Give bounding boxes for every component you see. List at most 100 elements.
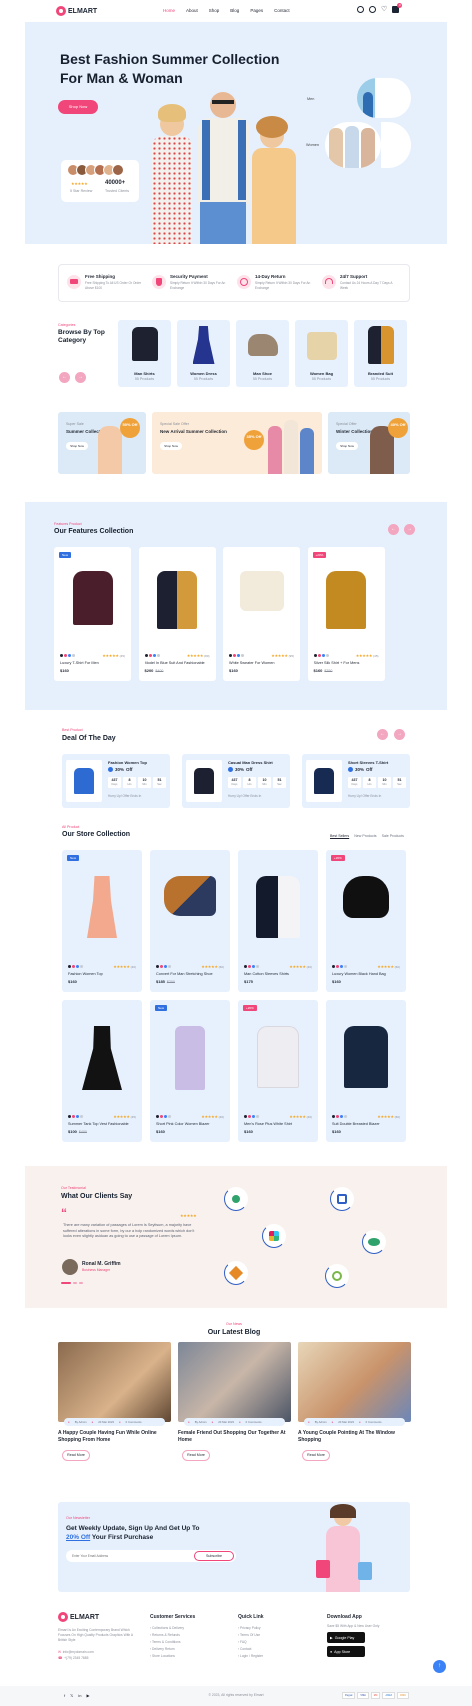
color-swatch[interactable]	[336, 965, 339, 968]
color-swatch[interactable]	[160, 965, 163, 968]
product-name[interactable]: Model In Blue Suit And Fashionable	[145, 661, 210, 665]
color-swatch[interactable]	[72, 654, 75, 657]
logo[interactable]: ELMART	[56, 6, 97, 16]
tab-new-products[interactable]: New Products	[354, 834, 376, 838]
color-swatch[interactable]	[152, 654, 156, 657]
color-swatch[interactable]	[68, 965, 71, 968]
footer-link[interactable]: › Collections & Delivery	[150, 1625, 184, 1632]
slider-dot[interactable]	[73, 1282, 77, 1284]
footer-link[interactable]: › Terms & Conditions	[150, 1639, 184, 1646]
hero-shop-button[interactable]: Shop Now	[58, 100, 98, 114]
color-swatch[interactable]	[252, 1115, 255, 1118]
color-swatch[interactable]	[160, 1115, 163, 1118]
color-swatch[interactable]	[244, 1115, 247, 1118]
deal-card[interactable]: Casual Man Dress Shirt 30% Off 437 Days …	[182, 754, 290, 808]
color-swatch[interactable]	[321, 654, 325, 657]
cart-icon[interactable]: 0	[392, 3, 403, 13]
deal-product-name[interactable]: Casual Man Dress Shirt	[228, 760, 273, 765]
product-card[interactable]: ★★★★★ (95) White Sweater For Women $160	[223, 547, 300, 681]
slider-dot[interactable]	[79, 1282, 83, 1284]
nav-home[interactable]: Home	[163, 8, 175, 13]
category-card[interactable]: Branded Suit 55 Products	[354, 320, 407, 387]
color-swatch[interactable]	[248, 1115, 251, 1118]
footer-link[interactable]: › Privacy Policy	[238, 1625, 263, 1632]
slider-dot-active[interactable]	[61, 1282, 71, 1284]
nav-shop[interactable]: Shop	[209, 8, 220, 13]
search-icon[interactable]	[357, 6, 364, 13]
product-card[interactable]: New ★★★★★ (40) Short Pink Color Women Bl…	[150, 1000, 230, 1142]
color-swatch[interactable]	[76, 965, 79, 968]
color-swatch[interactable]	[168, 965, 171, 968]
footer-link[interactable]: › Contact	[238, 1646, 263, 1653]
deal-prev-button[interactable]: ←	[377, 729, 388, 740]
color-swatch[interactable]	[60, 654, 63, 657]
deal-card[interactable]: Fashion Women Top 30% Off 437 Days 8 Hrs…	[62, 754, 170, 808]
product-name[interactable]: Convert For Man Stretching Shoe	[156, 972, 224, 976]
color-swatch[interactable]	[256, 1115, 259, 1118]
blog-image[interactable]	[58, 1342, 171, 1422]
blog-title[interactable]: A Happy Couple Having Fun While Online S…	[58, 1430, 168, 1443]
product-card[interactable]: ★★★★★ (45) Summer Tank Top Vest Fashiona…	[62, 1000, 142, 1142]
color-swatch[interactable]	[156, 654, 160, 657]
product-name[interactable]: Summer Tank Top Vest Fashionable	[68, 1122, 136, 1126]
product-card[interactable]: ★★★★★ (80) Model In Blue Suit And Fashio…	[138, 547, 216, 681]
color-swatch[interactable]	[156, 1115, 159, 1118]
color-swatch[interactable]	[80, 1115, 83, 1118]
scroll-top-button[interactable]: ↑	[433, 1660, 446, 1673]
category-card[interactable]: Man Shoe 55 Products	[236, 320, 289, 387]
featured-next-button[interactable]: →	[404, 524, 415, 535]
tab-sale-products[interactable]: Sale Products	[382, 834, 404, 838]
color-swatch[interactable]	[336, 1115, 339, 1118]
subscribe-button[interactable]: Subscribe	[194, 1551, 234, 1561]
read-more-button[interactable]: Read More	[62, 1450, 90, 1461]
footer-link[interactable]: › FAQ	[238, 1639, 263, 1646]
color-swatch[interactable]	[164, 1115, 167, 1118]
promo-button[interactable]: Shop Now	[160, 442, 182, 450]
heart-icon[interactable]: ♡	[381, 6, 387, 13]
product-name[interactable]: White Sweater For Women	[229, 661, 294, 665]
color-swatch[interactable]	[332, 1115, 335, 1118]
footer-link[interactable]: › Returns & Refunds	[150, 1632, 184, 1639]
deal-product-name[interactable]: Short Sleeves T-Shirt	[348, 760, 388, 765]
product-name[interactable]: Short Pink Color Women Blazer	[156, 1122, 224, 1126]
blog-title[interactable]: A Young Couple Pointing At The Window Sh…	[298, 1430, 408, 1443]
color-swatch[interactable]	[72, 965, 75, 968]
product-card[interactable]: +20% ★★★★★ (60) Luxury Women Black Hand …	[326, 850, 406, 992]
product-name[interactable]: Silver Silk Shirt + For Mens	[314, 661, 379, 665]
footer-logo[interactable]: ELMART	[58, 1612, 99, 1622]
color-swatch[interactable]	[313, 654, 317, 657]
product-card[interactable]: +20% ★★★★★ (40) Men's Rose Plus White Sh…	[238, 1000, 318, 1142]
blog-image[interactable]	[178, 1342, 291, 1422]
color-swatch[interactable]	[344, 1115, 347, 1118]
nav-pages[interactable]: Pages	[250, 8, 263, 13]
color-swatch[interactable]	[156, 965, 159, 968]
color-swatch[interactable]	[332, 965, 335, 968]
deal-product-name[interactable]: Fashion Women Top	[108, 760, 147, 765]
color-swatch[interactable]	[80, 965, 83, 968]
color-swatch[interactable]	[340, 1115, 343, 1118]
app-store-button[interactable]: ● App Store	[327, 1646, 365, 1657]
footer-link[interactable]: › Login / Register	[238, 1653, 263, 1660]
color-swatch[interactable]	[252, 965, 255, 968]
color-swatch[interactable]	[148, 654, 152, 657]
color-swatch[interactable]	[237, 654, 240, 657]
category-card[interactable]: Man Shirts 55 Products	[118, 320, 171, 387]
color-swatch[interactable]	[68, 1115, 71, 1118]
promo-button[interactable]: Shop Now	[336, 442, 358, 450]
color-swatch[interactable]	[164, 965, 167, 968]
deal-next-button[interactable]: →	[394, 729, 405, 740]
product-name[interactable]: Luxury Women Black Hand Bag	[332, 972, 400, 976]
footer-link[interactable]: › Store Locations	[150, 1653, 184, 1660]
color-swatch[interactable]	[340, 965, 343, 968]
color-swatch[interactable]	[64, 654, 67, 657]
promo-button[interactable]: Shop Now	[66, 442, 88, 450]
email-input[interactable]	[72, 1552, 182, 1560]
color-swatch[interactable]	[256, 965, 259, 968]
color-swatch[interactable]	[325, 654, 329, 657]
category-card[interactable]: Women Bag 55 Products	[295, 320, 348, 387]
blog-title[interactable]: Female Friend Out Shopping Our Together …	[178, 1430, 288, 1443]
color-swatch[interactable]	[76, 1115, 79, 1118]
color-swatch[interactable]	[244, 965, 247, 968]
prev-arrow-button[interactable]: ←	[59, 372, 70, 383]
color-swatch[interactable]	[344, 965, 347, 968]
